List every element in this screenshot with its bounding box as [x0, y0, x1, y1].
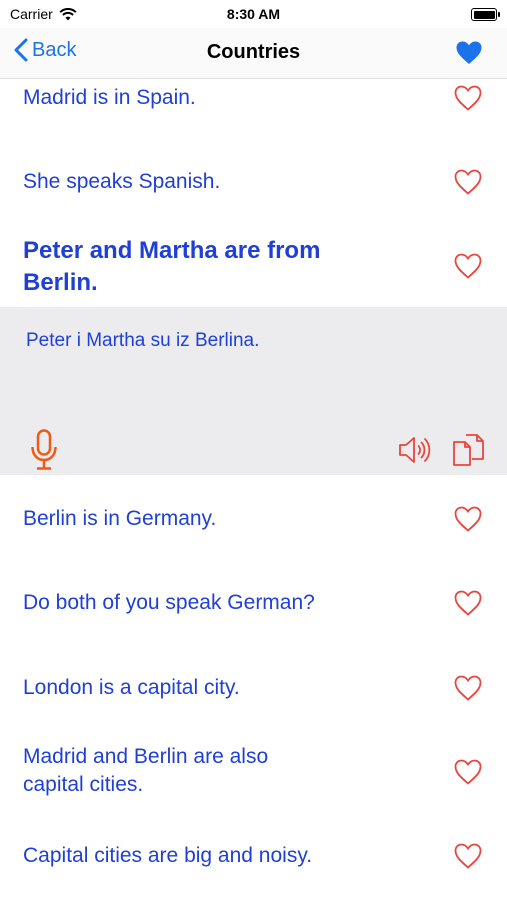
- heart-outline-icon: [454, 843, 482, 869]
- list-item[interactable]: Madrid is in Spain.: [0, 78, 507, 138]
- favorite-toggle[interactable]: [453, 589, 483, 617]
- phrase-text: Do both of you speak German?: [23, 591, 315, 614]
- microphone-icon: [31, 429, 57, 470]
- record-button[interactable]: [30, 429, 58, 476]
- favorite-toggle[interactable]: [453, 505, 483, 533]
- page-title: Countries: [206, 41, 301, 63]
- heart-outline-icon: [454, 85, 482, 111]
- heart-outline-icon: [454, 590, 482, 616]
- battery-icon: [471, 8, 500, 21]
- heart-outline-icon: [454, 506, 482, 532]
- phrase-text: London is a capital city.: [23, 676, 240, 699]
- list-item[interactable]: Capital cities are big and noisy.: [0, 814, 507, 900]
- list-item[interactable]: London is a capital city.: [0, 644, 507, 728]
- nav-bar: Back Countries: [0, 28, 507, 79]
- status-time: 8:30 AM: [226, 6, 281, 22]
- favorite-toggle[interactable]: [453, 168, 483, 196]
- phrase-text: Madrid and Berlin are also capital citie…: [23, 745, 269, 796]
- heart-outline-icon: [454, 675, 482, 701]
- list-item[interactable]: Do both of you speak German?: [0, 560, 507, 644]
- phrase-text: Capital cities are big and noisy.: [23, 844, 313, 867]
- list-item-selected[interactable]: Peter and Martha are from Berlin.: [0, 222, 507, 307]
- heart-outline-icon: [454, 169, 482, 195]
- translation-text: Peter i Martha su iz Berlina.: [26, 330, 260, 351]
- list-item[interactable]: Berlin is in Germany.: [0, 475, 507, 560]
- phrase-text: Peter and Martha are from Berlin.: [23, 237, 321, 296]
- favorite-toggle[interactable]: [453, 674, 483, 702]
- favorite-toggle[interactable]: [453, 758, 483, 786]
- phrase-text: Berlin is in Germany.: [23, 507, 217, 530]
- phrase-text: Madrid is in Spain.: [23, 86, 196, 109]
- speaker-icon: [399, 437, 431, 463]
- favorites-button[interactable]: [455, 40, 483, 71]
- heart-outline-icon: [454, 253, 482, 279]
- heart-outline-icon: [454, 759, 482, 785]
- phrase-text: She speaks Spanish.: [23, 170, 221, 193]
- translation-panel: Peter i Martha su iz Berlina.: [0, 307, 507, 475]
- favorite-toggle[interactable]: [453, 252, 483, 280]
- list-item[interactable]: Madrid and Berlin are also capital citie…: [0, 728, 507, 814]
- copy-icon: [453, 434, 484, 466]
- list-item[interactable]: She speaks Spanish.: [0, 138, 507, 222]
- favorite-toggle[interactable]: [453, 84, 483, 112]
- play-audio-button[interactable]: [398, 435, 432, 470]
- battery-fill: [473, 10, 495, 19]
- favorite-toggle[interactable]: [453, 842, 483, 870]
- status-bar: Carrier 8:30 AM: [0, 0, 507, 28]
- heart-filled-icon: [456, 41, 482, 64]
- copy-button[interactable]: [452, 433, 486, 472]
